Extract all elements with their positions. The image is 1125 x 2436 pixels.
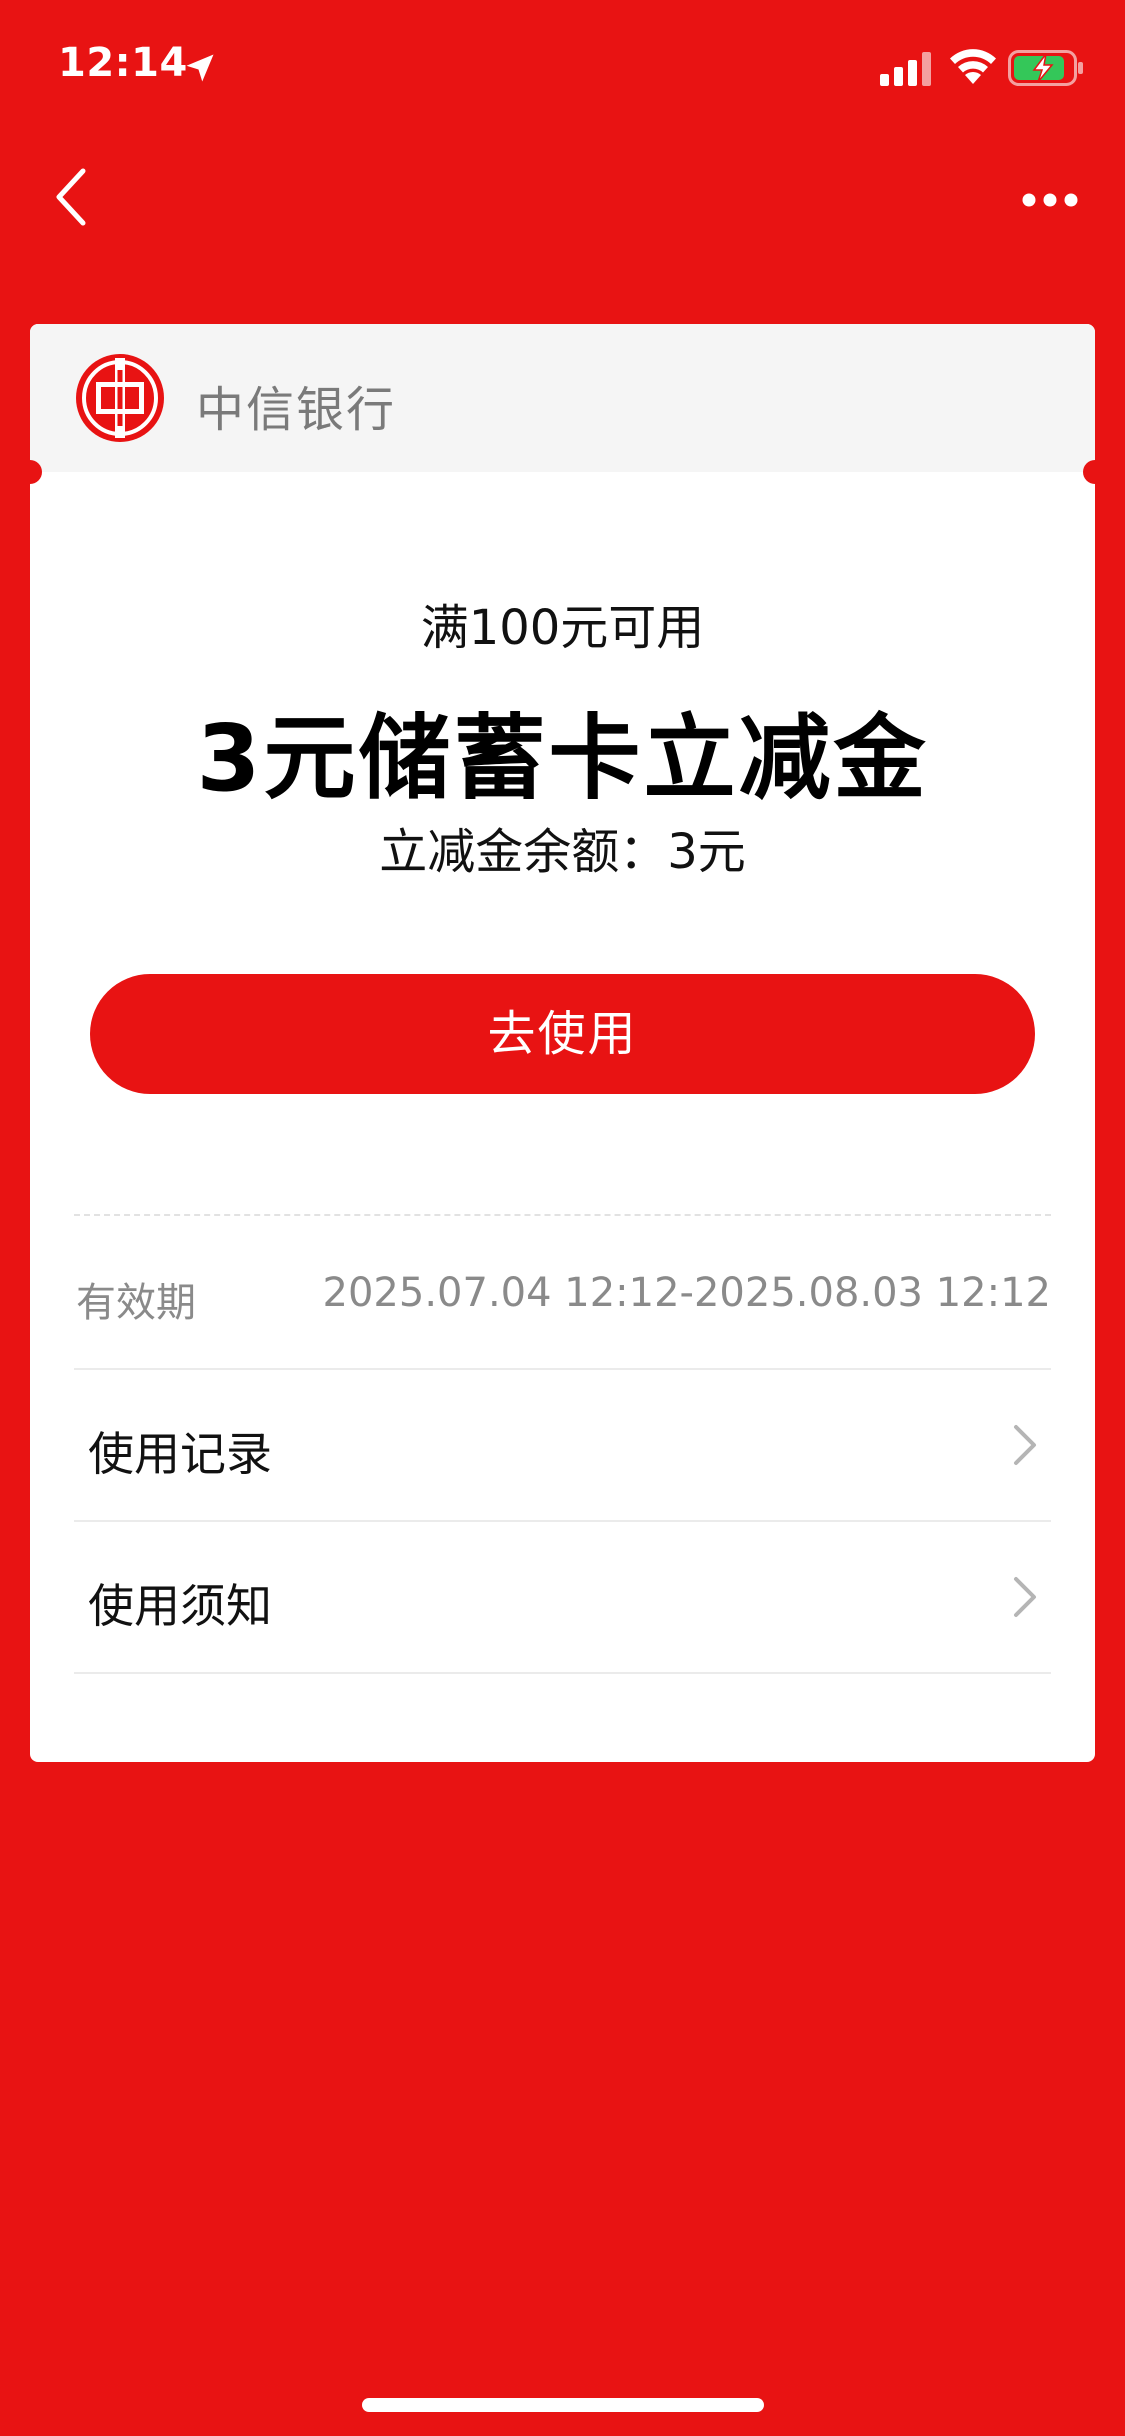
chevron-right-icon [1014,1577,1036,1617]
coupon-balance: 立减金余额：3元 [379,824,746,880]
row-label: 使用记录 [88,1427,272,1481]
coupon-title: 3元储蓄卡立减金 [196,705,929,812]
bank-name: 中信银行 [196,382,397,438]
chevron-left-icon [56,168,86,226]
chevron-right-icon [1014,1425,1036,1465]
validity-value: 2025.07.04 12:12-2025.08.03 12:12 [322,1270,1051,1316]
citic-bank-logo [76,354,164,442]
card-notch-right [1083,460,1095,484]
usage-condition: 满100元可用 [420,600,705,656]
home-indicator[interactable] [362,2398,764,2412]
status-time: 12:14 [58,40,188,86]
validity-label: 有效期 [76,1280,196,1326]
usage-notice-row[interactable]: 使用须知 [74,1522,1051,1672]
more-button[interactable] [1010,170,1090,230]
location-arrow-icon [186,54,214,82]
divider [74,1672,1051,1674]
wifi-icon [950,49,996,84]
more-horizontal-icon [1022,193,1078,207]
usage-records-row[interactable]: 使用记录 [74,1370,1051,1520]
back-button[interactable] [40,160,100,234]
card-header: 中信银行 [30,324,1095,472]
battery-charging-icon [1008,50,1083,86]
coupon-card: 中信银行 满100元可用 3元储蓄卡立减金 立减金余额：3元 去使用 有效期 2… [30,324,1095,1762]
dashed-divider [74,1214,1051,1216]
row-label: 使用须知 [88,1579,272,1633]
cellular-signal-icon [880,52,931,86]
status-bar: 12:14 [0,0,1125,132]
use-now-button[interactable]: 去使用 [90,974,1035,1094]
